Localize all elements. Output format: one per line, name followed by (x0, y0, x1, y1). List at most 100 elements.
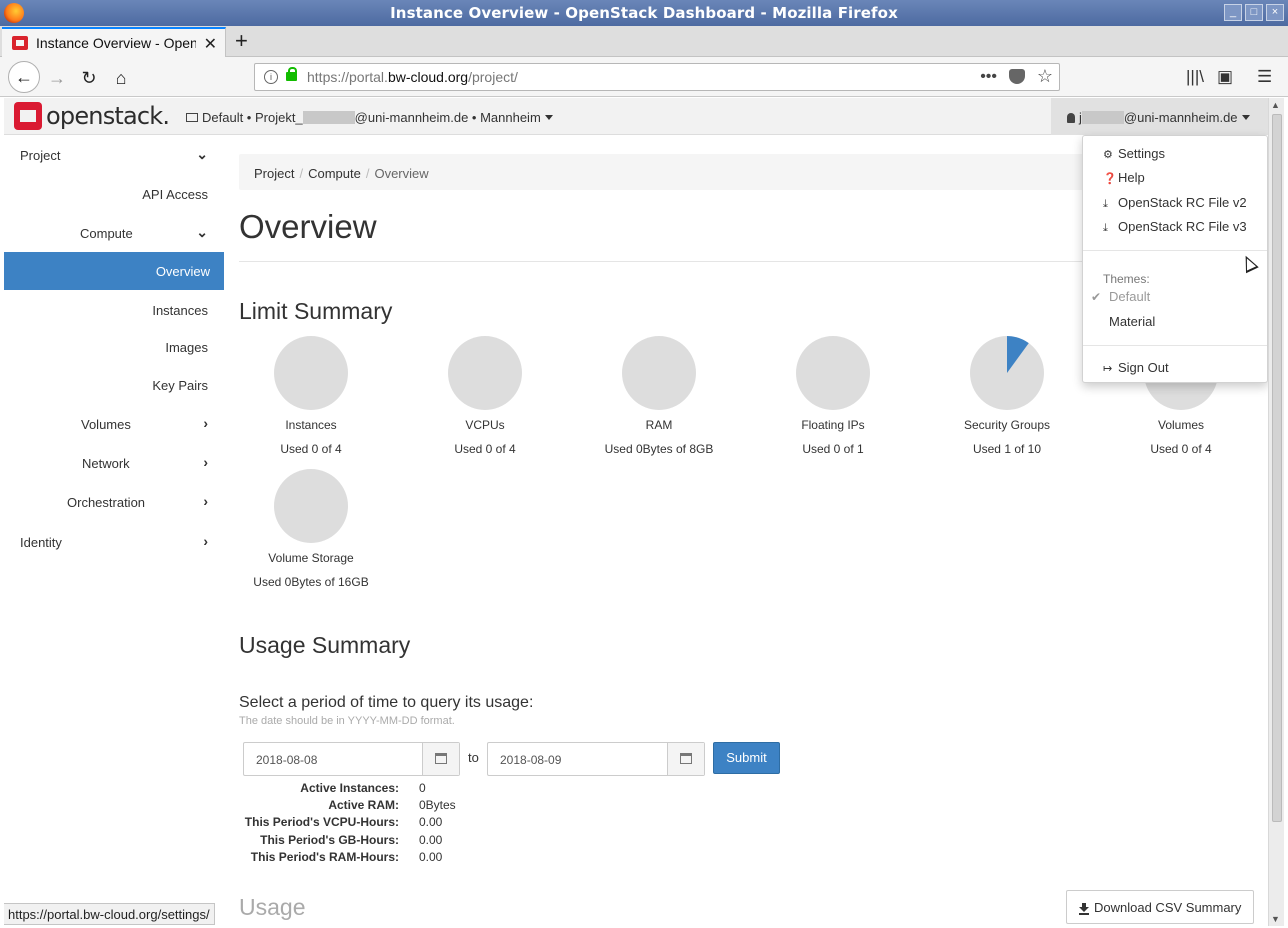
menu-item-sign-out[interactable]: ↦ Sign Out (1103, 360, 1169, 375)
limit-used: Used 0 of 4 (280, 442, 342, 456)
tab-strip: Instance Overview - OpenStack Dashboard … (0, 26, 1288, 58)
openstack-logo[interactable]: openstack. (14, 102, 170, 130)
pie-background (448, 336, 522, 410)
menu-divider (1083, 250, 1267, 251)
project-selector[interactable]: Default • Projekt_ @uni-mannheim.de • Man… (186, 110, 553, 125)
redacted-user (1081, 111, 1124, 124)
openstack-favicon-icon (12, 36, 28, 50)
calendar-button[interactable] (667, 743, 704, 775)
logo-text: openstack. (46, 102, 170, 130)
openstack-logo-icon (14, 102, 42, 130)
scroll-up-icon[interactable]: ▲ (1271, 100, 1280, 110)
sidebar-item-instances[interactable]: Instances (4, 291, 224, 329)
sidebar-item-api-access[interactable]: API Access (4, 175, 224, 213)
window-titlebar: Instance Overview - OpenStack Dashboard … (0, 0, 1288, 26)
page-title: Overview (239, 208, 377, 245)
chevron-down-icon: ⌄ (196, 224, 208, 240)
end-date-field[interactable]: 2018-08-09 (487, 742, 705, 776)
user-icon (1067, 113, 1075, 123)
browser-tab[interactable]: Instance Overview - OpenStack Dashboard … (2, 27, 226, 58)
query-hint: The date should be in YYYY-MM-DD format. (239, 715, 455, 727)
sidebar: Project ⌄ API Access Compute ⌄ Overview … (4, 135, 224, 928)
site-info-icon[interactable]: i (264, 70, 278, 84)
chevron-down-icon: ⌄ (196, 146, 208, 162)
sidebar-item-project[interactable]: Project ⌄ (4, 136, 224, 174)
bookmark-star-icon[interactable]: ☆ (1037, 66, 1053, 87)
start-date-value: 2018-08-08 (256, 753, 318, 767)
chevron-right-icon: › (203, 454, 208, 470)
menu-item-help[interactable]: ❓Help (1103, 170, 1145, 185)
chevron-down-icon (1241, 115, 1250, 120)
status-link-preview: https://portal.bw-cloud.org/settings/ (4, 903, 215, 925)
user-suffix: @uni-mannheim.de (1123, 110, 1238, 125)
user-menu[interactable]: j @uni-mannheim.de (1051, 98, 1268, 135)
page-scrollbar[interactable]: ▲ ▼ (1268, 98, 1284, 926)
home-button[interactable]: ⌂ (106, 63, 136, 93)
download-icon: ⤓ (1103, 222, 1108, 234)
sidebar-item-volumes[interactable]: Volumes › (4, 405, 224, 443)
start-date-field[interactable]: 2018-08-08 (243, 742, 460, 776)
new-tab-button[interactable]: + (235, 28, 248, 54)
pie-background (622, 336, 696, 410)
download-icon (1079, 903, 1089, 915)
limit-used: Used 0 of 4 (454, 442, 516, 456)
url-bar[interactable]: i https://portal.bw-cloud.org/project/ •… (254, 63, 1060, 91)
chevron-down-icon (544, 115, 553, 120)
sidebar-item-images[interactable]: Images (4, 328, 224, 366)
menu-item-settings[interactable]: ⚙ Settings (1103, 146, 1165, 161)
calendar-button[interactable] (422, 743, 459, 775)
scrollbar-thumb[interactable] (1272, 114, 1282, 822)
forward-button[interactable]: → (42, 63, 72, 93)
sidebar-item-key-pairs[interactable]: Key Pairs (4, 366, 224, 404)
url-text[interactable]: https://portal.bw-cloud.org/project/ (307, 69, 518, 85)
menu-hamburger-icon[interactable]: ☰ (1257, 67, 1272, 87)
close-window-button[interactable]: × (1266, 4, 1284, 21)
pocket-icon[interactable] (1009, 69, 1025, 84)
close-tab-icon[interactable]: ✕ (204, 34, 217, 54)
pie-chart (970, 336, 1044, 410)
limit-security-groups: Security Groups Used 1 of 10 (937, 336, 1077, 456)
page-actions-icon[interactable]: ••• (980, 68, 997, 86)
menu-item-rc-v3[interactable]: ⤓ OpenStack RC File v3 (1103, 219, 1247, 235)
sidebar-item-orchestration[interactable]: Orchestration › (4, 483, 224, 521)
limit-title: Security Groups (963, 418, 1051, 432)
page-viewport: openstack. Default • Projekt_ @uni-mannhe… (4, 98, 1268, 928)
query-title: Select a period of time to query its usa… (239, 694, 534, 711)
chevron-right-icon: › (203, 533, 208, 549)
breadcrumb-project[interactable]: Project (254, 166, 294, 181)
sidebar-item-identity[interactable]: Identity › (4, 523, 224, 561)
calendar-icon (680, 753, 692, 764)
limit-title: Volume Storage (268, 551, 354, 565)
limit-used: Used 0Bytes of 16GB (253, 575, 369, 589)
library-icon[interactable]: |||\ (1186, 67, 1204, 87)
maximize-button[interactable]: □ (1245, 4, 1263, 21)
menu-divider (1083, 345, 1267, 346)
menu-item-rc-v2[interactable]: ⤓ OpenStack RC File v2 (1103, 195, 1247, 211)
scroll-down-icon[interactable]: ▼ (1271, 914, 1280, 924)
reload-button[interactable]: ↻ (74, 63, 104, 93)
nav-toolbar: ← → ↻ ⌂ i https://portal.bw-cloud.org/pr… (0, 57, 1288, 97)
to-label: to (468, 750, 479, 765)
limit-title: VCPUs (465, 418, 505, 432)
sidebar-toggle-icon[interactable]: ▣ (1217, 67, 1233, 87)
sidebar-item-network[interactable]: Network › (4, 444, 224, 482)
sign-out-icon: ↦ (1103, 363, 1113, 375)
download-csv-button[interactable]: Download CSV Summary (1066, 890, 1254, 924)
menu-item-theme-material[interactable]: Material (1109, 314, 1155, 329)
back-button[interactable]: ← (8, 61, 40, 93)
window-controls: _ □ × (1224, 4, 1284, 21)
limit-floating-ips: Floating IPs Used 0 of 1 (763, 336, 903, 456)
openstack-topbar: openstack. Default • Projekt_ @uni-mannhe… (4, 98, 1268, 135)
sidebar-item-overview[interactable]: Overview (4, 252, 224, 290)
pie-chart (796, 336, 870, 410)
download-icon: ⤓ (1103, 198, 1108, 210)
submit-button[interactable]: Submit (713, 742, 780, 774)
minimize-button[interactable]: _ (1224, 4, 1242, 21)
sidebar-item-compute[interactable]: Compute ⌄ (4, 214, 224, 252)
breadcrumb-compute[interactable]: Compute (308, 166, 361, 181)
project-icon (186, 113, 198, 122)
project-scope: Default • Projekt_ (202, 110, 303, 125)
pie-background (796, 336, 870, 410)
pie-chart (274, 336, 348, 410)
limit-ram: RAM Used 0Bytes of 8GB (589, 336, 729, 456)
